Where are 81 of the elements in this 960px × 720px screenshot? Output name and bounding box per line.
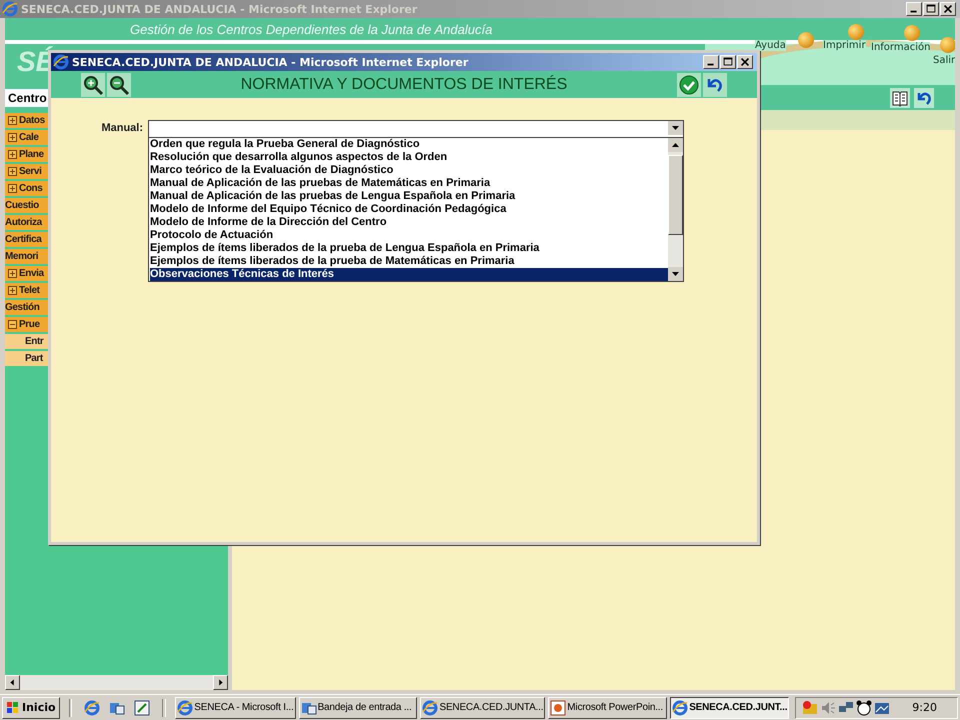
scroll-thumb[interactable] bbox=[668, 155, 683, 235]
sidebar-item[interactable]: Memori bbox=[5, 249, 48, 264]
dropdown-field[interactable] bbox=[148, 120, 684, 138]
sidebar-item[interactable]: Servi bbox=[5, 164, 48, 179]
check-icon[interactable] bbox=[677, 72, 701, 96]
sidebar-item[interactable]: Envia bbox=[5, 266, 48, 281]
browser-icon bbox=[422, 700, 438, 716]
nav-link[interactable]: Imprimir bbox=[823, 40, 866, 51]
orb-icon bbox=[848, 24, 864, 40]
taskbar-button[interactable]: Bandeja de entrada ... bbox=[298, 696, 418, 718]
window-title: SENECA.CED.JUNTA DE ANDALUCIA - Microsoft Internet Explorer bbox=[72, 56, 468, 68]
security-icon[interactable] bbox=[802, 700, 818, 716]
close-button[interactable] bbox=[737, 55, 753, 69]
expand-icon[interactable] bbox=[8, 150, 17, 159]
nav-link[interactable]: Ayuda bbox=[755, 40, 786, 51]
sidebar-item[interactable]: Cale bbox=[5, 130, 48, 145]
undo-icon[interactable] bbox=[703, 72, 727, 96]
dropdown-option[interactable]: Observaciones Técnicas de Interés bbox=[150, 268, 668, 281]
book-icon[interactable] bbox=[889, 86, 911, 108]
orb-icon bbox=[798, 32, 814, 48]
collapse-icon[interactable] bbox=[8, 320, 17, 329]
orb-icon bbox=[940, 37, 955, 53]
dialog-heading: NORMATIVA Y DOCUMENTOS DE INTERÉS bbox=[240, 76, 568, 94]
slides-icon bbox=[550, 700, 566, 716]
expand-icon[interactable] bbox=[8, 269, 17, 278]
dropdown-option[interactable]: Marco teórico de la Evaluación de Diagnóstico bbox=[150, 164, 668, 177]
dropdown-option[interactable]: Modelo de Informe de la Dirección del Centro bbox=[150, 216, 668, 229]
start-button[interactable]: Inicio bbox=[2, 696, 60, 718]
scroll-right-button[interactable] bbox=[213, 675, 228, 690]
sidebar-item[interactable]: Plane bbox=[5, 147, 48, 162]
scroll-left-button[interactable] bbox=[5, 675, 20, 690]
sidebar-item[interactable]: Prue bbox=[5, 317, 48, 332]
orb-icon bbox=[904, 25, 920, 41]
desktop-icon[interactable] bbox=[134, 700, 150, 716]
browser-icon bbox=[672, 700, 688, 716]
browser-icon bbox=[2, 1, 18, 17]
windows-logo-icon bbox=[6, 700, 20, 714]
undo-icon[interactable] bbox=[913, 86, 935, 108]
expand-icon[interactable] bbox=[8, 286, 17, 295]
dropdown-option[interactable]: Ejemplos de ítems liberados de la prueba de Lengua Española en Primaria bbox=[150, 242, 668, 255]
taskbar-button[interactable]: SENECA - Microsoft I... bbox=[175, 696, 296, 718]
sidebar-item[interactable]: Part bbox=[5, 351, 48, 366]
scroll-down-button[interactable] bbox=[668, 267, 683, 281]
scroll-up-button[interactable] bbox=[668, 138, 683, 152]
dropdown-option[interactable]: Manual de Aplicación de las pruebas de Matemáticas en Primaria bbox=[150, 177, 668, 190]
clock: 9:20 bbox=[912, 701, 937, 714]
browser-icon[interactable] bbox=[84, 700, 100, 716]
dropdown-option[interactable]: Resolución que desarrolla algunos aspectos de la Orden bbox=[150, 151, 668, 164]
sidebar-item[interactable]: Telet bbox=[5, 283, 48, 298]
nav-link[interactable]: Información bbox=[871, 42, 930, 53]
minimize-button[interactable] bbox=[703, 55, 719, 69]
taskbar-button[interactable]: Microsoft PowerPoin... bbox=[548, 696, 668, 718]
zoom-out-icon[interactable] bbox=[107, 72, 131, 96]
expand-icon[interactable] bbox=[8, 116, 17, 125]
expand-icon[interactable] bbox=[8, 184, 17, 193]
window-title: SENECA.CED.JUNTA DE ANDALUCIA - Microsoft Internet Explorer bbox=[21, 2, 418, 16]
header-subtitle: Gestión de los Centros Dependientes de la Junta de Andalucía bbox=[130, 22, 492, 37]
zoom-in-icon[interactable] bbox=[81, 72, 105, 96]
nav-link[interactable]: Salir bbox=[933, 55, 955, 66]
browser-icon bbox=[53, 54, 69, 70]
sidebar-item[interactable]: Certifica bbox=[5, 232, 48, 247]
dropdown-option[interactable]: Ejemplos de ítems liberados de la prueba de Matemáticas en Primaria bbox=[150, 255, 668, 268]
sidebar-item[interactable]: Gestión bbox=[5, 300, 48, 315]
panda-icon[interactable] bbox=[856, 700, 872, 716]
dropdown-option[interactable]: Manual de Aplicación de las pruebas de Lengua Española en Primaria bbox=[150, 190, 668, 203]
sidebar-item[interactable]: Cuestio bbox=[5, 198, 48, 213]
browser-icon bbox=[177, 700, 194, 716]
dropdown-option[interactable]: Orden que regula la Prueba General de Diagnóstico bbox=[150, 138, 668, 151]
maximize-button[interactable] bbox=[720, 55, 736, 69]
sidebar-item[interactable]: Entr bbox=[5, 334, 48, 349]
sidebar-item[interactable]: Datos bbox=[5, 113, 48, 128]
sidebar-item[interactable]: Autoriza bbox=[5, 215, 48, 230]
sidebar-item[interactable]: Cons bbox=[5, 181, 48, 196]
field-label: Manual: bbox=[100, 121, 143, 136]
dropdown-option[interactable]: Modelo de Informe del Equipo Técnico de Coordinación Pedagógica bbox=[150, 203, 668, 216]
taskbar-button[interactable]: SENECA.CED.JUNT... bbox=[670, 696, 790, 718]
expand-icon[interactable] bbox=[8, 167, 17, 176]
taskbar-button[interactable]: SENECA.CED.JUNTA... bbox=[420, 696, 546, 718]
expand-icon[interactable] bbox=[8, 133, 17, 142]
tab[interactable]: Centro bbox=[5, 88, 50, 106]
dropdown-option[interactable]: Protocolo de Actuación bbox=[150, 229, 668, 242]
